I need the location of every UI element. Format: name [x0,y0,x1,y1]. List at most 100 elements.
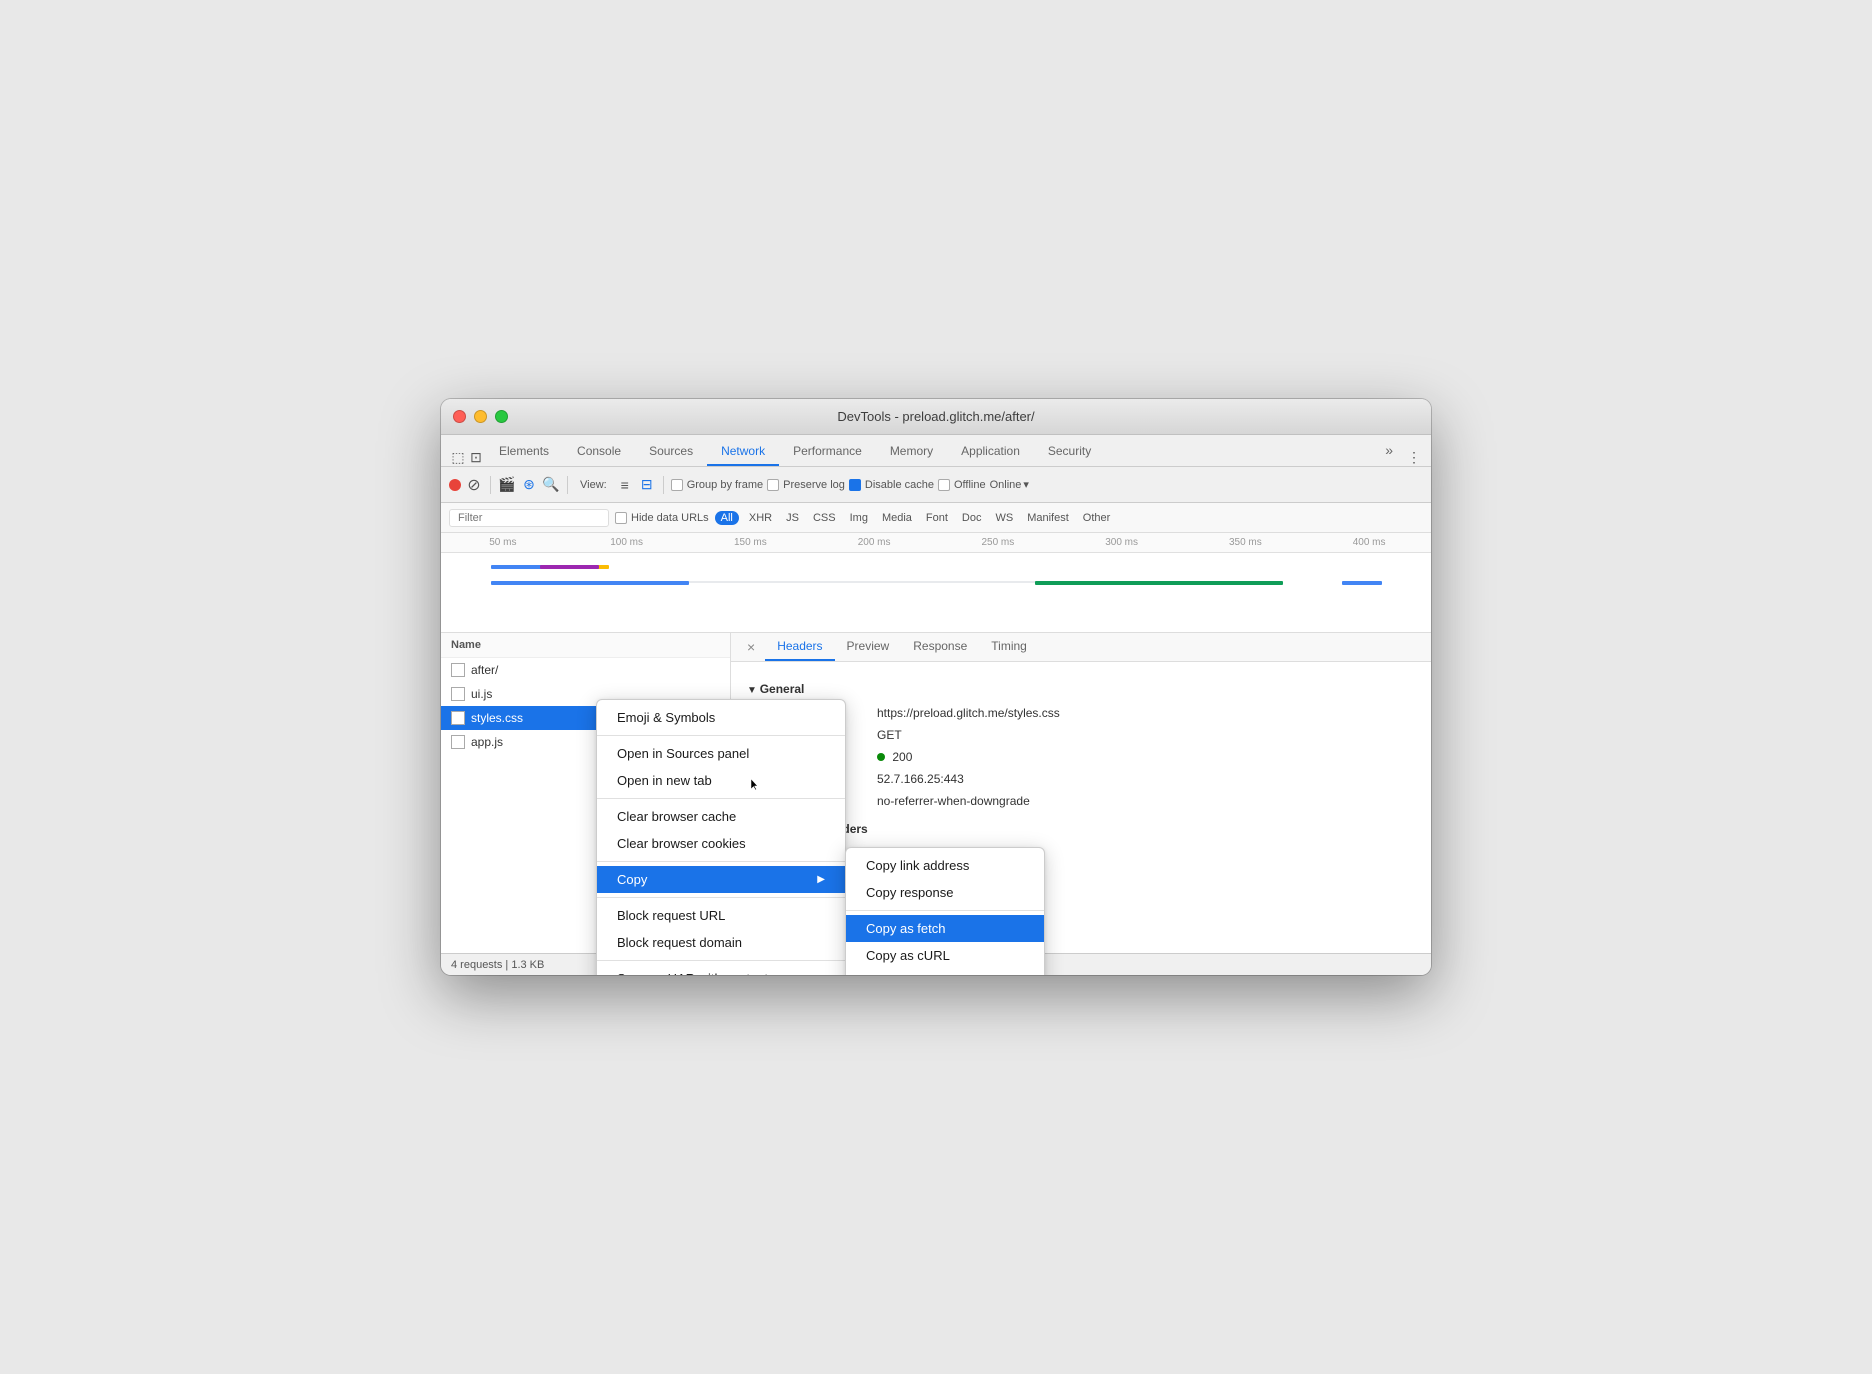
offline-checkbox[interactable]: Offline [938,479,986,491]
more-tabs-button[interactable]: » [1377,436,1401,466]
throttle-dropdown[interactable]: Online ▾ [990,478,1029,491]
panel-tab-response[interactable]: Response [901,633,979,661]
submenu-item-copy-link[interactable]: Copy link address [846,852,1044,879]
file-item-after[interactable]: after/ [441,658,730,682]
filter-icon[interactable]: ⊛ [520,476,538,494]
ruler-mark-150: 150 ms [689,537,813,548]
menu-item-open-tab[interactable]: Open in new tab [597,767,845,794]
filter-type-ws[interactable]: WS [991,511,1017,525]
separator-cm4 [597,897,845,898]
offline-check[interactable] [938,479,950,491]
file-icon-appjs [451,735,465,749]
tab-memory[interactable]: Memory [876,438,947,466]
view-waterfall-icon[interactable]: ⊟ [638,476,656,494]
menu-item-clear-cache[interactable]: Clear browser cache [597,803,845,830]
panel-tabs: × Headers Preview Response Timing [731,633,1431,662]
tab-network[interactable]: Network [707,438,779,466]
timeline-bar-3 [540,565,599,569]
timeline-bars [441,553,1431,628]
panel-tab-headers[interactable]: Headers [765,633,834,661]
menu-item-block-url[interactable]: Block request URL [597,902,845,929]
general-section-title: General [747,682,1415,696]
separator-2 [567,476,568,494]
network-toolbar: ⊘ 🎬 ⊛ 🔍 View: ≡ ⊟ Group by frame Preserv… [441,467,1431,503]
ruler-mark-400: 400 ms [1307,537,1431,548]
submenu-item-copy-as-curl[interactable]: Copy as cURL [846,942,1044,969]
main-tab-bar: ⬚ ⊡ Elements Console Sources Network Per… [441,435,1431,467]
tab-elements[interactable]: Elements [485,438,563,466]
submenu-item-copy-response[interactable]: Copy response [846,879,1044,906]
tab-sources[interactable]: Sources [635,438,707,466]
separator-1 [490,476,491,494]
offline-label: Offline [954,479,986,491]
preserve-log-checkbox[interactable]: Preserve log [767,479,845,491]
view-list-icon[interactable]: ≡ [616,476,634,494]
separator-cm1 [597,735,845,736]
file-icon-uijs [451,687,465,701]
panel-close-button[interactable]: × [737,633,765,661]
separator-sub1 [846,910,1044,911]
disable-cache-label: Disable cache [865,479,934,491]
sub-context-menu-copy: Copy link address Copy response Copy as … [845,847,1045,975]
ruler-mark-200: 200 ms [812,537,936,548]
inspect-icon[interactable]: ⬚ [449,448,467,466]
preserve-log-check[interactable] [767,479,779,491]
tab-application[interactable]: Application [947,438,1034,466]
group-by-frame-label: Group by frame [687,479,763,491]
menu-item-clear-cookies[interactable]: Clear browser cookies [597,830,845,857]
submenu-item-copy-as-fetch[interactable]: Copy as fetch [846,915,1044,942]
filter-type-js[interactable]: JS [782,511,803,525]
filter-type-media[interactable]: Media [878,511,916,525]
file-list-header: Name [441,633,730,658]
minimize-button[interactable] [474,410,487,423]
menu-item-block-domain[interactable]: Block request domain [597,929,845,956]
copy-submenu-arrow: ▶ [817,874,825,885]
filter-type-other[interactable]: Other [1079,511,1115,525]
filter-input[interactable] [449,509,609,527]
disable-cache-check[interactable] [849,479,861,491]
separator-cm2 [597,798,845,799]
filter-type-css[interactable]: CSS [809,511,840,525]
traffic-lights [453,410,508,423]
timeline-ruler: 50 ms 100 ms 150 ms 200 ms 250 ms 300 ms… [441,533,1431,553]
group-by-frame-checkbox[interactable]: Group by frame [671,479,763,491]
ruler-mark-350: 350 ms [1184,537,1308,548]
group-by-frame-check[interactable] [671,479,683,491]
search-icon[interactable]: 🔍 [542,476,560,494]
screenshot-button[interactable]: 🎬 [498,476,516,494]
context-menu-container: Emoji & Symbols Open in Sources panel Op… [596,699,1045,975]
menu-item-emoji[interactable]: Emoji & Symbols [597,704,845,731]
tab-performance[interactable]: Performance [779,438,876,466]
separator-3 [663,476,664,494]
filter-type-xhr[interactable]: XHR [745,511,776,525]
hide-data-urls-label: Hide data URLs [631,512,709,524]
timeline-bar-right [1342,581,1382,585]
filter-type-manifest[interactable]: Manifest [1023,511,1073,525]
ruler-mark-300: 300 ms [1060,537,1184,548]
menu-item-save-har[interactable]: Save as HAR with content [597,965,845,975]
record-button[interactable] [449,479,461,491]
clear-button[interactable]: ⊘ [465,476,483,494]
file-icon-stylescss [451,711,465,725]
menu-item-copy[interactable]: Copy ▶ [597,866,845,893]
filter-type-img[interactable]: Img [846,511,872,525]
ruler-mark-100: 100 ms [565,537,689,548]
submenu-item-copy-all-fetch[interactable]: Copy all as fetch [846,969,1044,975]
file-icon-after [451,663,465,677]
hide-data-urls[interactable]: Hide data URLs [615,512,709,524]
filter-type-font[interactable]: Font [922,511,952,525]
panel-tab-preview[interactable]: Preview [835,633,902,661]
menu-item-open-sources[interactable]: Open in Sources panel [597,740,845,767]
panel-tab-timing[interactable]: Timing [979,633,1039,661]
close-button[interactable] [453,410,466,423]
device-icon[interactable]: ⊡ [467,448,485,466]
disable-cache-checkbox[interactable]: Disable cache [849,479,934,491]
filter-type-all[interactable]: All [715,511,739,525]
hide-data-urls-check[interactable] [615,512,627,524]
tab-console[interactable]: Console [563,438,635,466]
maximize-button[interactable] [495,410,508,423]
title-bar: DevTools - preload.glitch.me/after/ [441,399,1431,435]
filter-type-doc[interactable]: Doc [958,511,986,525]
more-options-icon[interactable]: ⋮ [1405,448,1423,466]
tab-security[interactable]: Security [1034,438,1105,466]
